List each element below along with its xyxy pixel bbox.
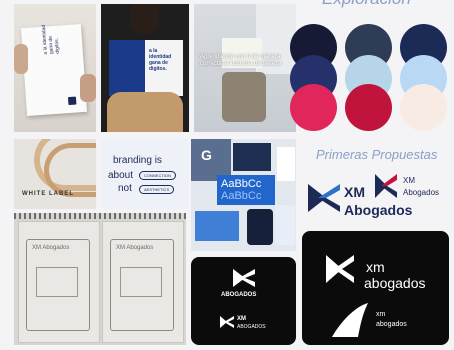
- moodboard-branding-card: branding is about CONNECTION not AESTHET…: [101, 139, 189, 209]
- card2-mark-icon: [326, 255, 354, 283]
- mockup-type-panel: AaBbCc AaBbCc: [217, 175, 275, 205]
- branding-pill-aesthetics: AESTHETICS: [139, 185, 175, 194]
- moodboard-photo-booklet: a la identidad gana de digitos.: [101, 4, 189, 132]
- type-sample-1: AaBbCc: [221, 178, 262, 190]
- palette-swatch-9[interactable]: [400, 84, 447, 131]
- logo-proposal-2[interactable]: XM Abogados: [373, 170, 445, 204]
- card1-mark-small-icon: [220, 316, 234, 328]
- logo-xm: XM: [344, 184, 365, 200]
- logo-card-dark-2[interactable]: xm abogados xm abogados: [302, 231, 449, 345]
- card2-sail-icon: [332, 303, 368, 337]
- card2-small-xm: xm: [376, 311, 386, 318]
- card1-xm: XM: [237, 316, 246, 322]
- proposals-heading: Primeras Propuestas: [316, 147, 438, 162]
- sketch-note-left: XM Abogados: [32, 245, 70, 251]
- card1-abogados-small: ABOGADOS: [237, 324, 266, 330]
- mockup-billboard: [195, 211, 239, 241]
- booklet-text: a la identidad gana de digitos.: [149, 48, 172, 72]
- branding-about: about: [108, 170, 134, 181]
- mockup-dark-panel: [233, 143, 271, 171]
- palette-swatch-7[interactable]: [290, 84, 337, 131]
- card2-xm: xm: [366, 259, 385, 275]
- exploration-heading: Exploración: [322, 0, 411, 9]
- logo-mark-icon: [308, 184, 340, 212]
- type-sample-2: AaBbCc: [221, 190, 262, 202]
- logo-small-xm: XM: [403, 176, 415, 185]
- moodboard-sketch-notebook: XM Abogados XM Abogados: [14, 213, 186, 345]
- person-hair: [131, 4, 159, 34]
- hand-right: [80, 74, 96, 102]
- mockup-card: [277, 147, 295, 181]
- moodboard-photo-poster-hands: a la identidad gana de digitos.: [14, 4, 96, 132]
- hand-left: [14, 44, 28, 74]
- wood-curve-2: [44, 143, 96, 197]
- person-coat: [107, 92, 183, 132]
- card1-mark-icon: [233, 269, 255, 287]
- moodboard-photo-white-label: WHITE LABEL: [14, 139, 96, 209]
- moodboard-photo-reader: Aprendiendo con ti de manera correcta la…: [194, 4, 296, 132]
- sketch-box-2: [120, 267, 162, 297]
- mockup-phone: [247, 209, 273, 245]
- chair: [222, 72, 266, 122]
- booklet-left: [109, 40, 145, 96]
- sketch-box-1: [36, 267, 78, 297]
- poster-text: a la identidad gana de digitos.: [40, 24, 61, 55]
- poster-sheet: a la identidad gana de digitos.: [21, 24, 87, 116]
- branding-line1: branding is: [113, 155, 162, 166]
- branding-not: not: [118, 183, 132, 194]
- card1-abogados: ABOGADOS: [221, 292, 257, 298]
- booklet-right: a la identidad gana de digitos.: [145, 40, 183, 96]
- mockup-logo-g: G: [201, 147, 212, 163]
- logo-mark-small-icon: [375, 174, 397, 198]
- card2-small-abogados: abogados: [376, 321, 407, 328]
- sketch-note-right: XM Abogados: [116, 245, 154, 251]
- logo-card-dark-1[interactable]: ABOGADOS XM ABOGADOS: [191, 257, 296, 345]
- logo-small-abogados: Abogados: [403, 188, 440, 197]
- white-label-text: WHITE LABEL: [22, 191, 74, 197]
- branding-pill-connection: CONNECTION: [139, 171, 176, 180]
- logo-abogados: Abogados: [344, 202, 413, 218]
- palette-swatch-8[interactable]: [345, 84, 392, 131]
- poster-mark-icon: [67, 96, 77, 106]
- notebook-spiral: [14, 213, 186, 219]
- card2-abogados: abogados: [364, 275, 426, 291]
- overlay-text: Aprendiendo con ti de manera correcta la…: [200, 54, 282, 67]
- mockup-tablet: [275, 205, 295, 245]
- moodboard-brand-mockups: G AaBbCc AaBbCc: [191, 139, 296, 251]
